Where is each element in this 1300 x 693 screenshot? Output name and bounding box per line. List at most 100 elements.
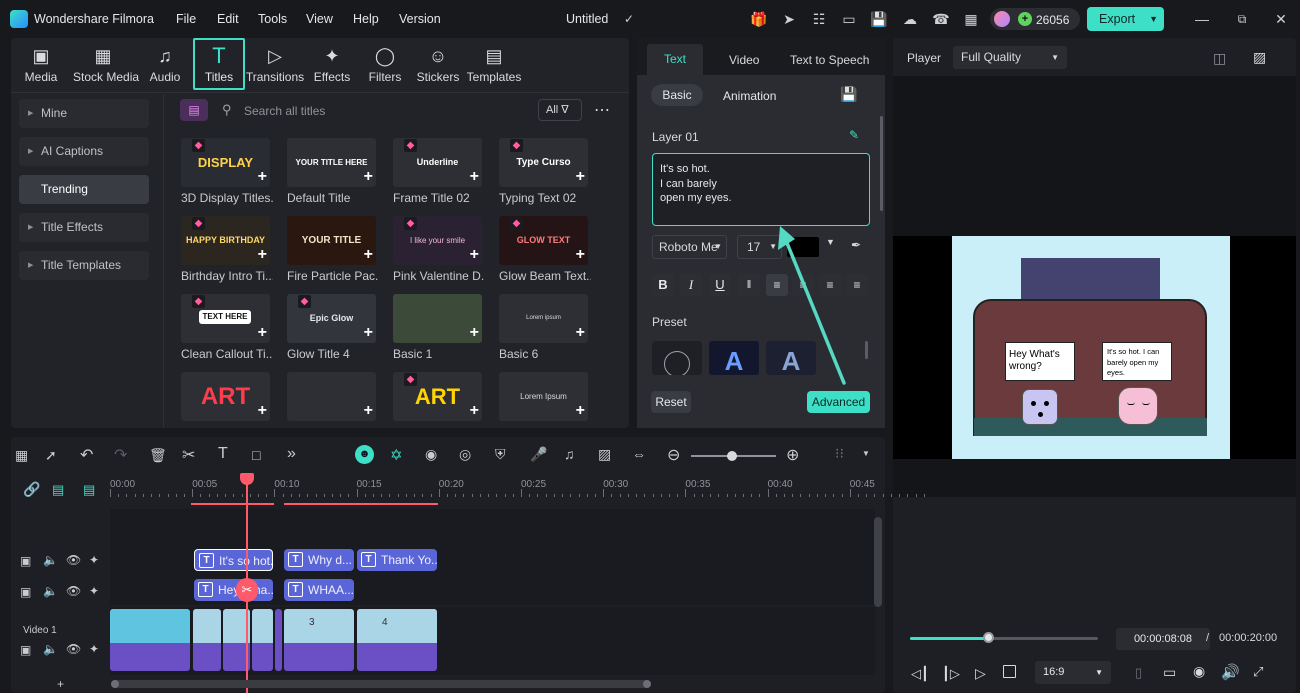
tab-video[interactable]: Video	[729, 53, 759, 67]
video-clip[interactable]	[275, 609, 282, 671]
title-thumbnail[interactable]: YOUR TITLE HERE +	[287, 138, 376, 187]
aspect-ratio-dropdown[interactable]: 16:9 ▼	[1035, 661, 1111, 684]
play-icon[interactable]: ▷	[975, 665, 986, 682]
preset-blue-a[interactable]: A	[709, 341, 759, 376]
add-plus-icon[interactable]: +	[576, 403, 585, 419]
crop-icon[interactable]: □	[252, 447, 260, 463]
sidebar-item-trending[interactable]: Trending	[19, 175, 149, 204]
title-card[interactable]: YOUR TITLE HERE + Default Title	[287, 138, 383, 216]
preset-steel-a[interactable]: A	[766, 341, 816, 376]
bold-button[interactable]: B	[652, 274, 674, 296]
advanced-button[interactable]: Advanced	[807, 391, 870, 413]
magic-icon[interactable]: ✦	[89, 553, 99, 567]
speaker-icon[interactable]: 🔈	[43, 584, 58, 598]
title-thumbnail[interactable]: Epic Glow ◆ +	[287, 294, 376, 343]
title-thumbnail[interactable]: I like your smile ◆ +	[393, 216, 482, 265]
title-card[interactable]: Type Curso ◆ + Typing Text 02	[499, 138, 595, 216]
align-left-button[interactable]: ≡	[766, 274, 788, 296]
eye-icon[interactable]: 👁	[66, 584, 81, 598]
tab-text[interactable]: Text	[647, 44, 703, 75]
magic-icon[interactable]: ✦	[89, 642, 99, 656]
close-icon[interactable]: ✕	[1272, 10, 1290, 28]
zoom-slider-knob[interactable]	[727, 451, 737, 461]
title-card[interactable]: ART +	[181, 372, 277, 428]
align-center-button[interactable]: ≡	[792, 274, 814, 296]
tab-text-to-speech[interactable]: Text to Speech	[790, 53, 869, 67]
camera-icon[interactable]: ◉	[1193, 663, 1205, 680]
chevron-down-icon[interactable]: ▼	[826, 237, 835, 247]
menu-version[interactable]: Version	[399, 12, 441, 26]
snap-icon[interactable]: ✡	[390, 446, 403, 464]
export-button[interactable]: Export ▼	[1087, 7, 1164, 31]
add-plus-icon[interactable]: +	[470, 169, 479, 185]
text-content-field[interactable]: It's so hot. I can barely open my eyes.	[652, 153, 870, 226]
delete-icon[interactable]: 🗑	[149, 447, 167, 464]
sidebar-item-title-templates[interactable]: ▶ Title Templates	[19, 251, 149, 280]
fit-icon[interactable]: ⇔	[632, 446, 646, 462]
horizontal-scrollbar[interactable]	[111, 680, 651, 688]
title-card[interactable]: HAPPY BIRTHDAY ◆ + Birthday Intro Ti...	[181, 216, 277, 294]
subtab-animation[interactable]: Animation	[723, 89, 776, 103]
grid-dots-icon[interactable]: ⁝⁝	[835, 445, 844, 462]
title-thumbnail[interactable]: +	[287, 372, 376, 421]
title-thumbnail[interactable]: YOUR TITLE +	[287, 216, 376, 265]
ai-write-icon[interactable]: ✎	[849, 128, 859, 142]
minimize-icon[interactable]: —	[1193, 10, 1211, 28]
save-preset-icon[interactable]: 💾	[840, 86, 857, 103]
undo-icon[interactable]: ↶	[80, 445, 93, 465]
eye-icon[interactable]: 👁	[66, 642, 81, 656]
send-icon[interactable]: ➤	[780, 10, 798, 28]
text-tool-icon[interactable]: T	[218, 445, 228, 463]
stop-icon[interactable]	[1003, 665, 1016, 678]
italic-button[interactable]: I	[680, 274, 702, 296]
tab-audio[interactable]: ♫ Audio	[135, 40, 195, 90]
speaker-icon[interactable]: 🔈	[43, 553, 58, 567]
tab-stickers[interactable]: ☺ Stickers	[409, 40, 467, 90]
video-clip[interactable]: 3	[284, 609, 354, 671]
layout-grid-icon[interactable]: ◫	[1213, 50, 1226, 67]
add-plus-icon[interactable]: +	[576, 169, 585, 185]
volume-icon[interactable]: 🔊	[1221, 663, 1240, 681]
preset-scrollbar[interactable]	[865, 341, 868, 359]
video-clip[interactable]	[110, 609, 190, 671]
sidebar-item-mine[interactable]: ▶ Mine	[19, 99, 149, 128]
add-plus-icon[interactable]: +	[258, 325, 267, 341]
cloud-icon[interactable]: ☁	[901, 10, 919, 28]
maximize-icon[interactable]: ⧉	[1233, 10, 1251, 28]
title-thumbnail[interactable]: DISPLAY ◆ +	[181, 138, 270, 187]
reset-button[interactable]: Reset	[651, 391, 691, 413]
add-plus-icon[interactable]: +	[364, 169, 373, 185]
lock-icon[interactable]: ▣	[20, 585, 31, 599]
quality-dropdown[interactable]: Full Quality ▼	[953, 46, 1067, 69]
more-tools-icon[interactable]: »	[287, 445, 296, 463]
underline-button[interactable]: U	[709, 274, 731, 296]
title-card[interactable]: Underline ◆ + Frame Title 02	[393, 138, 489, 216]
preview-render-icon[interactable]: ▨	[598, 446, 611, 463]
track-manager-icon[interactable]: ▤	[83, 482, 95, 498]
title-thumbnail[interactable]: GLOW TEXT ◆ +	[499, 216, 588, 265]
save-icon[interactable]: 💾	[870, 10, 888, 28]
align-right-button[interactable]: ≡	[819, 274, 841, 296]
properties-scrollbar[interactable]	[880, 116, 883, 211]
tab-templates[interactable]: ▤ Templates	[465, 40, 523, 90]
ai-mate-icon[interactable]: ☻	[355, 445, 374, 464]
playback-scrubber[interactable]	[983, 632, 995, 643]
microphone-icon[interactable]: 🎤	[530, 446, 547, 463]
search-input[interactable]: Search all titles	[244, 104, 325, 118]
previous-frame-icon[interactable]: ◁┃	[911, 666, 929, 682]
monitor-icon[interactable]: ▭	[1163, 664, 1176, 681]
title-clip[interactable]: THey Wha...	[194, 579, 273, 601]
more-options-icon[interactable]: ⋯	[594, 100, 611, 120]
add-plus-icon[interactable]: +	[258, 403, 267, 419]
add-plus-icon[interactable]: +	[470, 325, 479, 341]
title-card[interactable]: Epic Glow ◆ + Glow Title 4	[287, 294, 383, 372]
title-card[interactable]: +	[287, 372, 383, 428]
title-clip[interactable]: T Why d...	[284, 549, 354, 571]
title-thumbnail[interactable]: +	[393, 294, 482, 343]
menu-tools[interactable]: Tools	[258, 12, 287, 26]
color-swatch[interactable]	[787, 237, 819, 257]
title-card[interactable]: DISPLAY ◆ +3D Display Titles...	[181, 138, 277, 216]
add-track-icon[interactable]: ▤	[52, 482, 64, 498]
scissors-split-icon[interactable]: ✂	[236, 578, 258, 602]
link-icon[interactable]: 🔗	[23, 481, 40, 498]
